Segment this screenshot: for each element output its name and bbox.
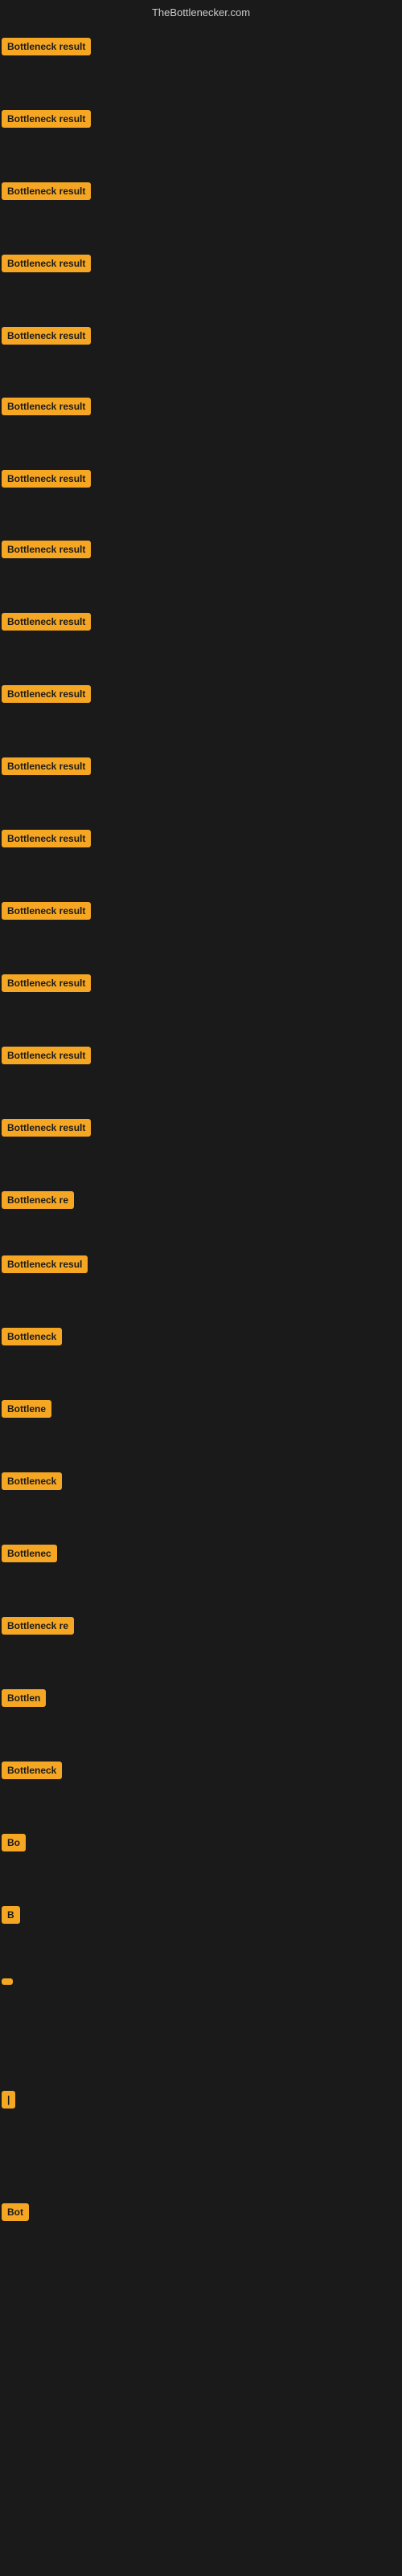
bottleneck-label: Bottleneck result	[2, 182, 91, 200]
bottleneck-label: Bottlenec	[2, 1545, 57, 1562]
bottleneck-label: Bottleneck result	[2, 110, 91, 128]
bottleneck-label: Bottleneck result	[2, 1119, 91, 1137]
bottleneck-label: Bottleneck resul	[2, 1255, 88, 1273]
bottleneck-label: Bottleneck result	[2, 974, 91, 992]
bottleneck-label: Bottleneck re	[2, 1191, 74, 1209]
bottleneck-label	[2, 1978, 13, 1985]
bottleneck-label: Bottlen	[2, 1689, 46, 1707]
bottleneck-label: Bottleneck result	[2, 902, 91, 920]
bottleneck-label: Bottleneck result	[2, 757, 91, 775]
bottleneck-label: Bottleneck result	[2, 38, 91, 55]
bottleneck-label: Bottleneck result	[2, 1047, 91, 1064]
bottleneck-label: Bottleneck	[2, 1762, 62, 1779]
bottleneck-label: Bottleneck result	[2, 613, 91, 631]
bottleneck-label: Bottleneck result	[2, 541, 91, 558]
bottleneck-label: Bottleneck result	[2, 327, 91, 345]
bottleneck-label: Bottleneck result	[2, 398, 91, 415]
bottleneck-label: Bottleneck result	[2, 830, 91, 847]
bottleneck-label: Bo	[2, 1834, 26, 1851]
site-header: TheBottlenecker.com	[0, 0, 402, 22]
bottleneck-label: Bottleneck result	[2, 470, 91, 488]
bottleneck-label: Bottleneck re	[2, 1617, 74, 1635]
bottleneck-label: Bottleneck result	[2, 685, 91, 703]
bottleneck-label: B	[2, 1906, 20, 1924]
bottleneck-label: Bottlene	[2, 1400, 51, 1418]
bottleneck-label: |	[2, 2091, 15, 2109]
bottleneck-label: Bottleneck result	[2, 255, 91, 272]
bottleneck-label: Bottleneck	[2, 1472, 62, 1490]
bottleneck-label: Bottleneck	[2, 1328, 62, 1345]
bottleneck-label: Bot	[2, 2203, 29, 2221]
site-title: TheBottlenecker.com	[0, 0, 402, 22]
